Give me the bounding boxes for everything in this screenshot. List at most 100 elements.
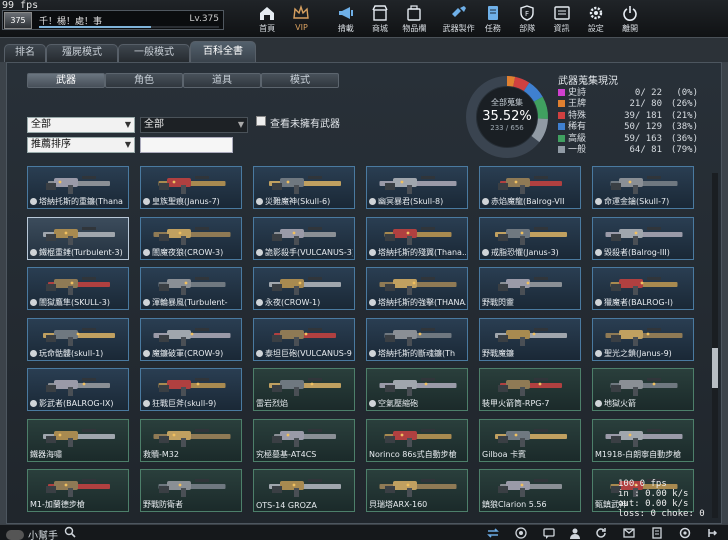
subtab-weapons[interactable]: 武器 xyxy=(27,73,105,88)
system-icon[interactable] xyxy=(678,526,692,540)
nav-crown[interactable]: VIP xyxy=(284,0,318,38)
search-input[interactable] xyxy=(140,137,233,153)
nav-scroll[interactable]: 任務 xyxy=(476,0,510,38)
refresh-icon[interactable] xyxy=(594,526,608,540)
weapon-card[interactable]: 塔納托斯的殘翼(Thana... xyxy=(366,216,468,260)
home-icon xyxy=(260,7,275,20)
weapon-card[interactable]: 鎮狼Clarion 5.56 xyxy=(479,469,581,512)
weapon-card[interactable]: 渾輪暴風(Turbulent- xyxy=(140,267,242,310)
nav-label: 武器製作 xyxy=(442,24,475,33)
weapon-card[interactable]: 雷岩烈焰 xyxy=(253,368,355,411)
gear-icon xyxy=(143,400,150,407)
weapon-image xyxy=(46,277,110,295)
weapon-card[interactable]: OTS-14 GROZA xyxy=(253,469,355,512)
weapon-card[interactable]: 空氣壓縮砲 xyxy=(366,368,468,411)
weapon-card[interactable]: 獵魔者(BALROG-I) xyxy=(592,267,694,310)
nav-megaphone[interactable]: 揹載 xyxy=(329,0,363,38)
filter-dropdown-1[interactable]: 全部 ▼ xyxy=(27,117,135,133)
tab-normal-mode[interactable]: 一般模式 xyxy=(118,44,190,62)
show-unowned-checkbox[interactable] xyxy=(256,116,266,126)
weapon-card[interactable]: 野戰閃靈 xyxy=(479,267,581,310)
weapon-card[interactable]: 塔納托斯的強擊(THANA... xyxy=(366,267,468,310)
gear-icon xyxy=(256,198,263,205)
exit-icon[interactable] xyxy=(704,526,718,540)
crown-icon xyxy=(293,4,310,19)
weapon-card[interactable]: M1918-白朗寧自動步槍 xyxy=(592,418,694,462)
weapon-card[interactable]: 影武者(BALROG-IX) xyxy=(27,368,129,411)
weapon-card[interactable]: 塔納托斯的斷魂鐮(Th xyxy=(366,317,468,361)
gear-icon xyxy=(256,349,263,357)
nav-label: 任務 xyxy=(484,24,501,33)
weapon-card[interactable]: 赤焰魔龍(Balrog-VII xyxy=(479,166,581,209)
swap-icon[interactable] xyxy=(486,526,500,540)
nav-gear[interactable]: 設定 xyxy=(579,0,613,38)
weapon-image xyxy=(153,327,231,346)
weapon-card[interactable]: 毀殺者(Balrog-III) xyxy=(592,216,694,260)
weapon-name: 野戰閃靈 xyxy=(482,298,514,307)
weapon-image xyxy=(272,226,336,245)
friends-icon[interactable] xyxy=(568,526,582,540)
weapon-card[interactable]: 貝瑞塔ARX-160 xyxy=(366,469,468,512)
weapon-card[interactable]: 闇魔夜狼(CROW-3) xyxy=(140,216,242,260)
weapon-card[interactable]: 災難魔神(Skull-6) xyxy=(253,166,355,209)
nav-shield[interactable]: F 部隊 xyxy=(510,0,544,38)
weapon-card[interactable]: 野戰魔鐮 xyxy=(479,317,581,361)
weapon-card[interactable]: 塔納托斯的重鐮(Thana xyxy=(27,166,129,209)
search-icon[interactable] xyxy=(64,526,76,538)
scrollbar-thumb[interactable] xyxy=(712,348,718,388)
helper-toggle[interactable]: 小幫手 xyxy=(6,527,58,540)
subtab-modes[interactable]: 模式 xyxy=(261,73,339,88)
sort-dropdown[interactable]: 推薦排序 ▼ xyxy=(27,137,135,153)
emblem-icon[interactable] xyxy=(514,526,528,540)
chevron-down-icon: ▼ xyxy=(237,120,244,129)
subtab-items[interactable]: 道具 xyxy=(183,73,261,88)
weapon-image xyxy=(269,176,341,194)
weapon-card[interactable]: M1-加蘭德步槍 xyxy=(27,469,129,512)
weapon-card[interactable]: 鐵器海嘯 xyxy=(27,418,129,462)
weapon-card[interactable]: 皇族聖痕(Janus-7) xyxy=(140,166,242,209)
tab-ranking[interactable]: 排名 xyxy=(4,44,46,62)
nav-info[interactable]: 資訊 xyxy=(544,0,578,38)
filter-dropdown-2[interactable]: 全部 ▼ xyxy=(140,117,248,133)
nav-shop[interactable]: 商城 xyxy=(363,0,397,38)
weapon-card[interactable]: 幽冥暴君(Skull-8) xyxy=(366,166,468,209)
nav-bag[interactable]: 物品欄 xyxy=(397,0,431,38)
user-info[interactable]: 375 千！楊！處！事 Lv.375 xyxy=(2,10,224,30)
weapon-card[interactable]: 究極墓基-AT4CS xyxy=(253,418,355,462)
weapon-image xyxy=(498,378,562,396)
weapon-card[interactable]: 地獄火箭 xyxy=(592,368,694,411)
weapon-card[interactable]: Norinco 86s式自動步槍 xyxy=(366,418,468,462)
weapon-caption: 裝甲火箭筒-RPG-7 xyxy=(482,398,579,409)
weapon-card[interactable]: 狂戰巨斧(skull-9) xyxy=(140,368,242,411)
sort-dropdown-value: 推薦排序 xyxy=(31,139,71,150)
weapon-card[interactable]: Gilboa 卡賓 xyxy=(479,418,581,462)
mail-icon[interactable] xyxy=(622,526,636,540)
net-stats: 100.0 fps in : 0.00 k/s out: 0.00 k/s loss:… xyxy=(618,479,705,519)
weapon-name: 裝甲火箭筒-RPG-7 xyxy=(482,399,550,408)
notice-icon[interactable] xyxy=(650,526,664,540)
weapon-card[interactable]: 命運金鑰(Skull-7) xyxy=(592,166,694,209)
weapon-card[interactable]: 玩命骷髏(skull-1) xyxy=(27,317,129,361)
nav-forge[interactable]: 武器製作 xyxy=(441,0,475,38)
weapon-card[interactable]: 闇獄鷹隼(SKULL-3) xyxy=(27,267,129,310)
weapon-card[interactable]: 野戰防衛者 xyxy=(140,469,242,512)
weapon-card[interactable]: 裝甲火箭筒-RPG-7 xyxy=(479,368,581,411)
weapon-card[interactable]: 泰坦巨砲(VULCANUS-9 xyxy=(253,317,355,361)
weapon-card[interactable]: 鐵棍重錘(Turbulent-3) xyxy=(27,216,129,260)
nav-power[interactable]: 離開 xyxy=(613,0,647,38)
weapon-image xyxy=(153,428,231,447)
tab-zombie-mode[interactable]: 殭屍模式 xyxy=(46,44,118,62)
weapon-card[interactable]: 永夜(CROW-1) xyxy=(253,267,355,310)
weapon-card[interactable]: 聖光之鎖(Janus-9) xyxy=(592,317,694,361)
scrollbar[interactable] xyxy=(712,173,718,518)
weapon-card[interactable]: 救贖-M32 xyxy=(140,418,242,462)
weapon-name: 鐵棍重錘(Turbulent-3) xyxy=(39,247,123,257)
weapon-caption: 玩命骷髏(skull-1) xyxy=(30,348,127,359)
weapon-card[interactable]: 詭影殺手(VULCANUS-3) xyxy=(253,216,355,260)
subtab-characters[interactable]: 角色 xyxy=(105,73,183,88)
weapon-card[interactable]: 魔鐮破軍(CROW-9) xyxy=(140,317,242,361)
nav-home[interactable]: 首頁 xyxy=(250,0,284,38)
chat-icon[interactable] xyxy=(542,526,556,540)
tab-encyclopedia[interactable]: 百科全書 xyxy=(190,41,256,62)
weapon-card[interactable]: 戒脂恐懼(Janus-3) xyxy=(479,216,581,260)
